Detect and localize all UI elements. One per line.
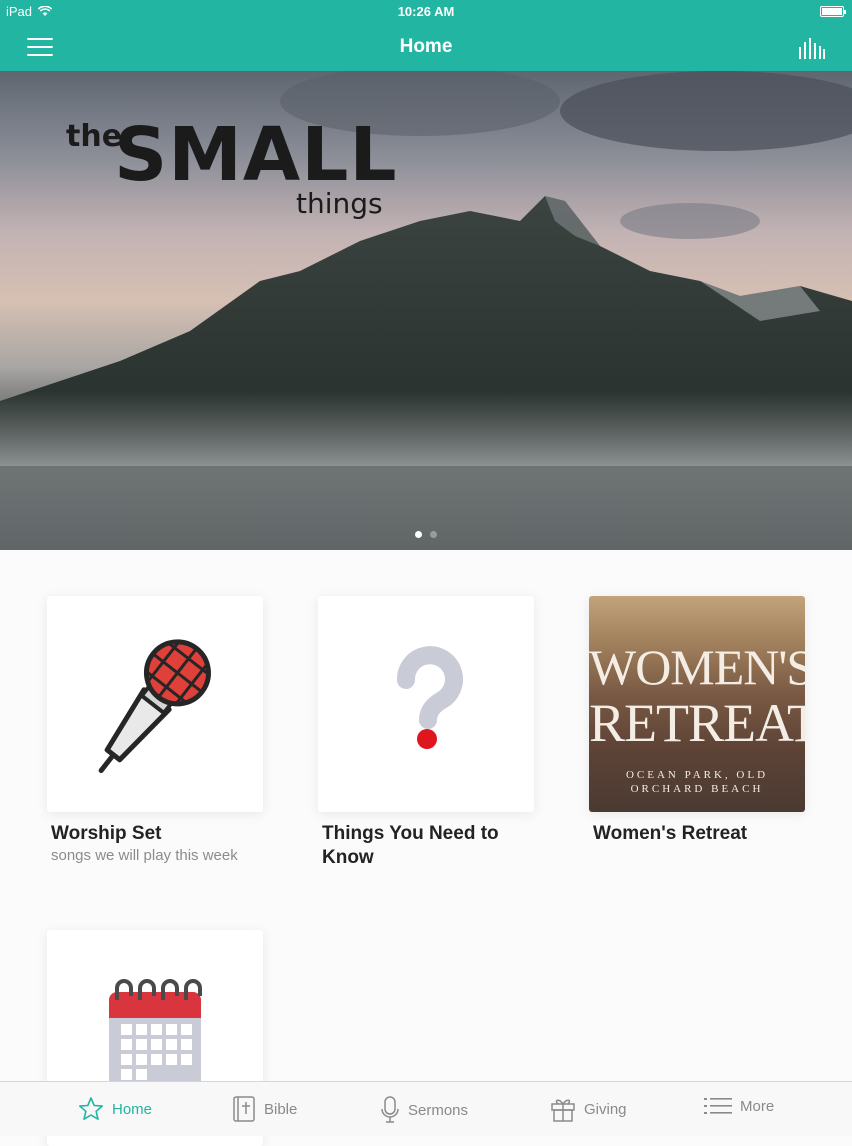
tab-label: Giving [584,1100,627,1118]
page-title: Home [399,36,453,57]
nav-bar: Home [0,24,852,71]
status-bar: iPad 10:26 AM [0,0,852,24]
tab-bible[interactable]: Bible [232,1096,297,1122]
retreat-image-line2: RETREAT [589,693,805,753]
tab-home[interactable]: Home [78,1096,152,1122]
womens-retreat-image: WOMEN'S RETREAT OCEAN PARK, OLD ORCHARD … [589,596,805,812]
microphone-icon [98,639,211,774]
star-icon [79,1097,103,1120]
retreat-image-line1: WOMEN'S [589,639,805,695]
card-tile[interactable]: WOMEN'S RETREAT OCEAN PARK, OLD ORCHARD … [589,596,805,812]
bible-icon [233,1096,255,1122]
card-tile[interactable] [318,596,534,812]
list-icon [704,1098,732,1114]
tab-label: More [740,1097,775,1115]
page-dot[interactable] [430,531,437,538]
tab-giving[interactable]: Giving [550,1096,627,1122]
tab-bar: Home Bible Sermons Giving More [0,1081,852,1136]
question-mark-icon [397,646,463,749]
card-tile[interactable] [47,596,263,812]
tab-sermons[interactable]: Sermons [380,1096,468,1124]
logo-things: things [296,187,383,220]
card-things-you-need-to-know[interactable]: Things You Need to Know [318,596,534,870]
tab-label: Sermons [408,1101,469,1119]
status-time: 10:26 AM [397,4,455,19]
retreat-image-caption: OCEAN PARK, OLD ORCHARD BEACH [625,769,769,795]
gift-icon [551,1099,575,1122]
page-dot[interactable] [415,531,422,538]
card-title: Worship Set [51,823,162,844]
tab-more[interactable]: More [704,1096,774,1116]
card-worship-set[interactable]: Worship Set songs we will play this week [47,596,263,866]
page-indicator[interactable] [0,525,852,543]
tab-label: Bible [264,1100,298,1118]
card-womens-retreat[interactable]: WOMEN'S RETREAT OCEAN PARK, OLD ORCHARD … [589,596,805,846]
hero-banner[interactable]: the SMALL things [0,71,852,550]
card-subtitle: songs we will play this week [51,847,238,864]
logo-small: SMALL [114,112,398,198]
microphone-icon [381,1096,399,1123]
card-title: Women's Retreat [593,823,748,844]
audio-bars-icon[interactable] [798,37,826,59]
battery-icon [820,6,846,17]
calendar-icon [109,979,202,1081]
card-title: Things You Need to Know [322,823,499,868]
tab-label: Home [112,1100,153,1118]
